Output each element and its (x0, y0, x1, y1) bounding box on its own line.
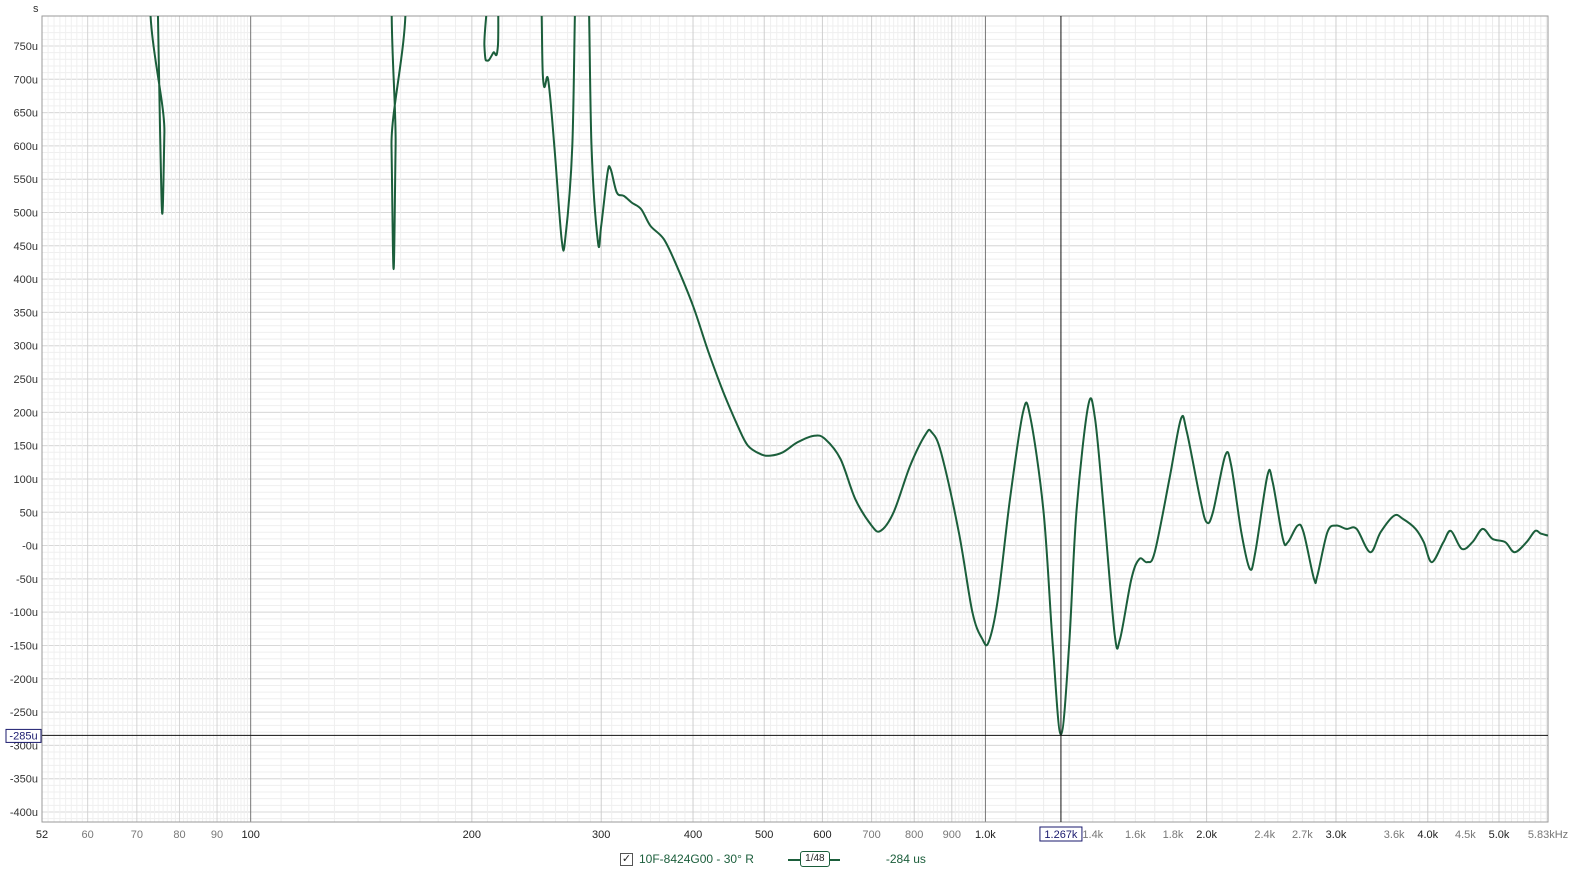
cursor-value: -284 us (885, 852, 926, 866)
y-tick-label: 100u (14, 474, 38, 486)
x-tick-label: 52 (36, 829, 48, 841)
legend: ✓ 10F-8424G00 - 30° R 1/48 -284 us (620, 848, 926, 870)
y-tick-label: -150u (10, 640, 38, 652)
x-tick-label: 3.6k (1384, 829, 1405, 841)
y-tick-label: -400u (10, 807, 38, 819)
grid (41, 16, 1548, 822)
y-tick-label: 300u (14, 341, 38, 353)
y-tick-label: -250u (10, 707, 38, 719)
y-tick-label: -100u (10, 607, 38, 619)
y-tick-label: 150u (14, 441, 38, 453)
x-tick-label: 2.0k (1196, 829, 1217, 841)
x-tick-label: 100 (241, 829, 259, 841)
y-tick-label: 450u (14, 241, 38, 253)
y-tick-label: 350u (14, 307, 38, 319)
x-tick-label: 1.8k (1163, 829, 1184, 841)
x-tick-label: 600 (813, 829, 831, 841)
x-tick-label: 1.4k (1082, 829, 1103, 841)
x-tick-label: 2.7k (1292, 829, 1313, 841)
y-tick-label: 750u (14, 41, 38, 53)
x-tick-label: 5.83kHz (1528, 829, 1568, 841)
x-tick-label: 5.0k (1489, 829, 1510, 841)
x-tick-label: 4.5k (1455, 829, 1476, 841)
x-tick-label: 700 (862, 829, 880, 841)
cursor-y-label: -285u (9, 730, 37, 742)
y-tick-label: 400u (14, 274, 38, 286)
x-tick-label: 90 (211, 829, 223, 841)
chart[interactable]: 750u 700u 650u 600u 550u 500u 450u 400u 350u 300u… (0, 0, 1592, 886)
y-tick-label: 200u (14, 407, 38, 419)
cursor-x-label: 1.267k (1044, 829, 1078, 841)
x-tick-label: 1.0k (975, 829, 996, 841)
y-tick-label: 250u (14, 374, 38, 386)
series-name: 10F-8424G00 - 30° R (639, 852, 754, 866)
x-tick-label: 400 (684, 829, 702, 841)
y-tick-label: 650u (14, 108, 38, 120)
x-tick-label: 4.0k (1417, 829, 1438, 841)
y-tick-label: 500u (14, 208, 38, 220)
x-tick-label: 500 (755, 829, 773, 841)
series-line (149, 16, 1548, 736)
y-tick-label: -200u (10, 674, 38, 686)
y-tick-label: 50u (20, 507, 38, 519)
series-layer (149, 16, 1548, 736)
y-tick-label: 550u (14, 174, 38, 186)
x-tick-label: 1.6k (1125, 829, 1146, 841)
x-tick-label: 800 (905, 829, 923, 841)
y-tick-label: 600u (14, 141, 38, 153)
y-tick-label: -50u (16, 574, 38, 586)
y-tick-label: -0u (22, 541, 38, 553)
x-tick-label: 200 (463, 829, 481, 841)
smoothing-indicator[interactable]: 1/48 (787, 850, 840, 868)
x-tick-label: 80 (173, 829, 185, 841)
y-tick-label: -350u (10, 774, 38, 786)
x-tick-label: 60 (82, 829, 94, 841)
y-axis: 750u 700u 650u 600u 550u 500u 450u 400u 350u 300u… (10, 41, 38, 819)
x-tick-label: 2.4k (1254, 829, 1275, 841)
x-axis: 52 60 70 80 90 100 200 300 400 500 600 700 800 900 1.0… (36, 829, 1568, 841)
x-tick-label: 70 (131, 829, 143, 841)
x-tick-label: 3.0k (1326, 829, 1347, 841)
series-toggle-checkbox[interactable]: ✓ (620, 852, 633, 866)
y-unit-label: s (33, 3, 39, 15)
x-tick-label: 300 (592, 829, 610, 841)
x-tick-label: 900 (943, 829, 961, 841)
y-tick-label: 700u (14, 74, 38, 86)
smoothing-label: 1/48 (799, 851, 830, 867)
